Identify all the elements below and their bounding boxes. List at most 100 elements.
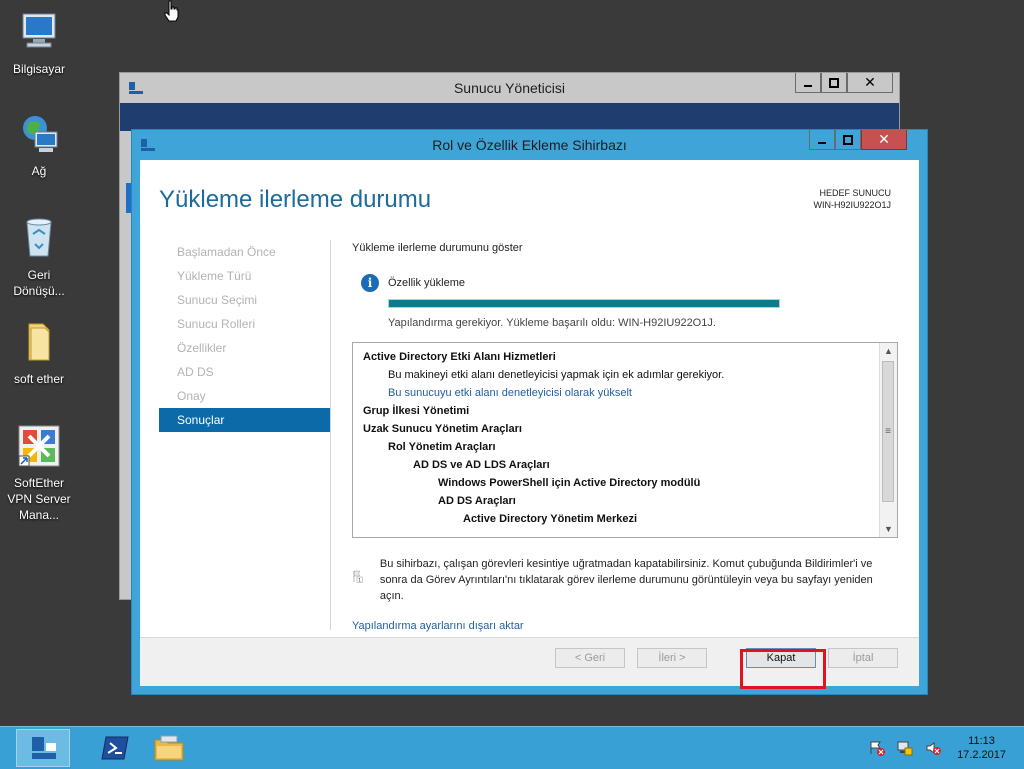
note-badge: 1 — [358, 577, 361, 583]
nav-item-installation-type[interactable]: Yükleme Türü — [159, 264, 330, 288]
minimize-icon — [804, 84, 812, 87]
section-title: Yükleme ilerleme durumunu göster — [352, 242, 523, 254]
results-scrollbar[interactable]: ▲ ≡ ▼ — [879, 343, 897, 537]
close-icon: ✕ — [864, 74, 876, 90]
maximize-button[interactable] — [821, 73, 847, 93]
clock-date: 17.2.2017 — [957, 749, 1006, 761]
maximize-button[interactable] — [835, 130, 861, 150]
results-content: Yükleme ilerleme durumunu göster i Özell… — [352, 240, 899, 632]
info-note: 1 Bu sihirbazı, çalışan görevleri kesint… — [352, 556, 882, 604]
desktop-icon-computer[interactable]: Bilgisayar — [0, 10, 78, 77]
desktop-icon-label: Geri Dönüşü... — [13, 268, 65, 298]
nav-item-ad-ds[interactable]: AD DS — [159, 360, 330, 384]
result-item: Windows PowerShell için Active Directory… — [438, 477, 701, 489]
nav-item-results[interactable]: Sonuçlar — [159, 408, 330, 432]
previous-button[interactable]: < Geri — [555, 648, 625, 668]
powershell-icon — [101, 736, 129, 760]
taskbar-server-manager[interactable] — [16, 729, 70, 767]
feature-install-row: i Özellik yükleme — [361, 274, 465, 292]
result-item: Bu makineyi etki alanı denetleyicisi yap… — [388, 369, 725, 381]
action-center-icon[interactable] — [869, 740, 886, 756]
desktop-icon-network[interactable]: Ağ — [0, 112, 78, 179]
scroll-thumb[interactable]: ≡ — [882, 361, 894, 502]
page-title: Yükleme ilerleme durumu — [159, 186, 432, 213]
result-item: Rol Yönetim Araçları — [388, 441, 496, 453]
result-item: Grup İlkesi Yönetimi — [363, 405, 470, 417]
window-controls: ✕ — [809, 130, 907, 152]
install-progress-bar — [388, 299, 780, 308]
scroll-up-button[interactable]: ▲ — [880, 343, 897, 359]
notification-flag-icon: 1 — [353, 570, 363, 583]
nav-item-confirmation[interactable]: Onay — [159, 384, 330, 408]
taskbar-file-explorer[interactable] — [142, 729, 196, 767]
desktop-icon-label: soft ether — [13, 372, 65, 386]
feature-install-label: Özellik yükleme — [388, 277, 466, 289]
result-item: AD DS ve AD LDS Araçları — [413, 459, 550, 471]
taskbar-clock[interactable]: 11:13 17.2.2017 — [957, 734, 1006, 762]
nav-item-features[interactable]: Özellikler — [159, 336, 330, 360]
next-button[interactable]: İleri > — [637, 648, 707, 668]
file-explorer-icon — [154, 735, 184, 761]
close-window-button[interactable]: ✕ — [847, 73, 893, 93]
minimize-button[interactable] — [795, 73, 821, 93]
target-server-name: WIN-H92IU922O1J — [813, 200, 891, 210]
softether-icon — [18, 425, 60, 467]
result-item: Active Directory Etki Alanı Hizmetleri — [363, 351, 556, 363]
results-list[interactable]: Active Directory Etki Alanı Hizmetleri Bu… — [352, 342, 898, 538]
minimize-icon — [818, 141, 826, 144]
minimize-button[interactable] — [809, 130, 835, 150]
desktop-icon-folder[interactable]: soft ether — [0, 320, 78, 387]
result-item: AD DS Araçları — [438, 495, 516, 507]
result-item: Uzak Sunucu Yönetim Araçları — [363, 423, 522, 435]
desktop-icon-label: SoftEther VPN Server Mana... — [7, 476, 71, 522]
window-title: Sunucu Yöneticisi — [453, 80, 566, 96]
server-manager-icon — [32, 737, 56, 759]
nav-divider — [330, 240, 331, 630]
volume-muted-icon[interactable] — [925, 740, 942, 756]
close-button-highlight — [740, 649, 826, 689]
server-manager-icon — [129, 82, 143, 94]
scroll-down-button[interactable]: ▼ — [880, 521, 897, 537]
desktop-icon-softether[interactable]: SoftEther VPN Server Mana... — [0, 424, 78, 523]
maximize-icon — [829, 77, 839, 88]
chevron-down-icon: ▼ — [884, 524, 893, 534]
hand-cursor-icon — [164, 0, 179, 22]
network-icon — [23, 116, 58, 152]
chevron-up-icon: ▲ — [884, 346, 893, 356]
wizard-client-area: Yükleme ilerleme durumu HEDEF SUNUCU WIN… — [140, 160, 919, 686]
server-manager-toolbar — [120, 103, 899, 131]
maximize-icon — [843, 134, 853, 145]
nav-item-server-selection[interactable]: Sunucu Seçimi — [159, 288, 330, 312]
folder-icon — [28, 323, 50, 361]
target-server: HEDEF SUNUCU WIN-H92IU922O1J — [813, 187, 891, 211]
clock-time: 11:13 — [968, 735, 995, 747]
nav-item-before-you-begin[interactable]: Başlamadan Önce — [159, 240, 330, 264]
add-roles-wizard-window[interactable]: Rol ve Özellik Ekleme Sihirbazı ✕ Yüklem… — [131, 129, 928, 695]
nav-item-server-roles[interactable]: Sunucu Rolleri — [159, 312, 330, 336]
taskbar-powershell[interactable] — [88, 729, 142, 767]
network-tray-icon[interactable] — [897, 740, 913, 756]
install-result-text: Yapılandırma gerekiyor. Yükleme başarılı… — [388, 317, 716, 329]
close-window-button[interactable]: ✕ — [861, 130, 907, 150]
wizard-nav: Başlamadan Önce Yükleme Türü Sunucu Seçi… — [159, 240, 330, 432]
system-tray: 11:13 17.2.2017 — [863, 727, 1024, 769]
window-title: Rol ve Özellik Ekleme Sihirbazı — [432, 137, 627, 153]
target-server-label: HEDEF SUNUCU — [819, 188, 891, 198]
computer-icon — [22, 13, 56, 48]
recycle-bin-icon — [26, 218, 52, 257]
info-icon: i — [361, 274, 379, 292]
result-item: Active Directory Yönetim Merkezi — [463, 513, 638, 525]
grip-icon: ≡ — [885, 426, 891, 437]
cancel-button[interactable]: İptal — [828, 648, 898, 668]
desktop-icon-label: Ağ — [31, 164, 47, 178]
taskbar: 11:13 17.2.2017 — [0, 726, 1024, 769]
info-note-text: Bu sihirbazı, çalışan görevleri kesintiy… — [379, 558, 873, 602]
close-icon: ✕ — [878, 131, 890, 147]
results-list-items: Active Directory Etki Alanı Hizmetleri Bu… — [363, 348, 877, 528]
export-settings-link[interactable]: Yapılandırma ayarlarını dışarı aktar — [352, 620, 524, 632]
install-progress-fill — [389, 300, 779, 307]
desktop-icon-recycle-bin[interactable]: Geri Dönüşü... — [0, 216, 78, 299]
window-controls: ✕ — [795, 73, 893, 95]
desktop-icon-label: Bilgisayar — [12, 62, 66, 76]
promote-dc-link[interactable]: Bu sunucuyu etki alanı denetleyicisi ola… — [363, 384, 877, 402]
